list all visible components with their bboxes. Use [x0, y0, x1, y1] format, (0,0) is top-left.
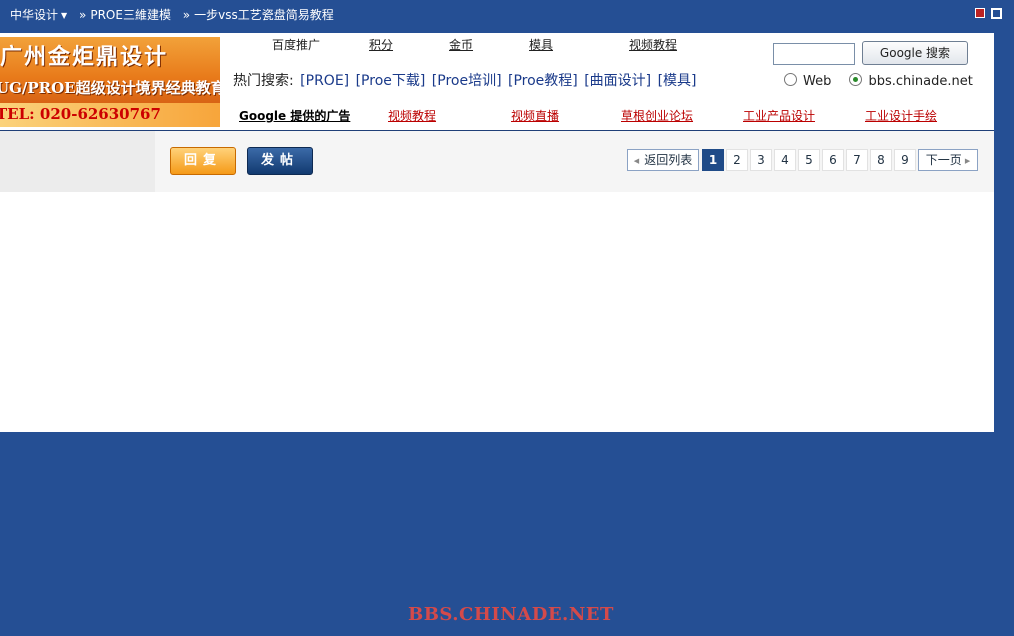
radio-web-label: Web: [803, 74, 832, 89]
ad-link[interactable]: 草根创业论坛: [621, 107, 693, 124]
google-search-input[interactable]: [773, 43, 855, 65]
wide-layout-icon[interactable]: [991, 8, 1002, 19]
breadcrumb-forum[interactable]: PROE三維建模: [90, 8, 171, 22]
hot-search-item[interactable]: [PROE]: [300, 73, 349, 89]
banner-title: 广州金炬鼎设计: [0, 44, 169, 70]
hot-search: 热门搜索: [PROE] [Proe下载] [Proe培训] [Proe教程] …: [233, 70, 697, 90]
page-link[interactable]: 9: [894, 149, 916, 171]
layout-toggle-group: [975, 8, 1002, 19]
top-nav-bar: 中华设计 ▼ » PROE三維建模 » 一步vss工艺瓷盘简易教程: [0, 0, 1014, 30]
page-link[interactable]: 8: [870, 149, 892, 171]
ad-link[interactable]: 视频直播: [511, 107, 559, 124]
page-link[interactable]: 7: [846, 149, 868, 171]
hot-search-item[interactable]: [曲面设计]: [584, 73, 651, 89]
breadcrumb-separator: »: [182, 8, 191, 22]
top-link-mold[interactable]: 模具: [529, 36, 553, 53]
ad-link[interactable]: 工业设计手绘: [865, 107, 937, 124]
google-search-button[interactable]: Google 搜索: [862, 41, 968, 65]
ad-link[interactable]: 工业产品设计: [743, 107, 815, 124]
breadcrumb-separator: »: [79, 8, 87, 22]
page-link[interactable]: 4: [774, 149, 796, 171]
radio-web[interactable]: [784, 73, 797, 86]
radio-site-label: bbs.chinade.net: [868, 74, 973, 89]
reply-button[interactable]: 回复: [170, 147, 236, 175]
next-page-label: 下一页: [925, 153, 962, 167]
thread-toolbar: 回复 发帖 ◀ 返回列表 1 2 3 4 5 6 7 8 9 下一页 ▶: [155, 131, 994, 192]
page-link[interactable]: 5: [798, 149, 820, 171]
hot-search-item[interactable]: [Proe教程]: [508, 73, 578, 89]
thread-content: 回复 发帖 ◀ 返回列表 1 2 3 4 5 6 7 8 9 下一页 ▶: [0, 131, 994, 432]
top-link-baidu[interactable]: 百度推广: [272, 36, 320, 53]
page-link[interactable]: 6: [822, 149, 844, 171]
breadcrumb-thread: 一步vss工艺瓷盘简易教程: [194, 8, 334, 22]
chevron-down-icon[interactable]: ▼: [61, 11, 67, 20]
top-link-points[interactable]: 积分: [369, 36, 393, 53]
radio-site[interactable]: [849, 73, 863, 86]
page-link-current[interactable]: 1: [702, 149, 724, 171]
site-header: 广州金炬鼎设计 UG/PROE超级设计境界经典教育 TEL: 020-62630…: [0, 33, 994, 131]
new-post-button[interactable]: 发帖: [247, 147, 313, 175]
left-panel: [0, 131, 155, 192]
breadcrumb: 中华设计 ▼ » PROE三維建模 » 一步vss工艺瓷盘简易教程: [10, 6, 334, 23]
ad-link[interactable]: 视频教程: [388, 107, 436, 124]
search-scope-options: Web bbs.chinade.net: [784, 73, 973, 89]
google-ads-link[interactable]: Google 提供的广告: [239, 107, 350, 124]
banner-subtitle: UG/PROE超级设计境界经典教育: [0, 79, 220, 97]
hot-search-label: 热门搜索:: [233, 73, 294, 89]
breadcrumb-home[interactable]: 中华设计: [10, 8, 58, 22]
arrow-left-icon: ◀: [633, 157, 640, 165]
banner-phone: TEL: 020-62630767: [0, 105, 161, 123]
back-to-list-label: 返回列表: [644, 153, 693, 167]
next-page-button[interactable]: 下一页 ▶: [918, 149, 978, 171]
hot-search-item[interactable]: [Proe下载]: [356, 73, 426, 89]
page-link[interactable]: 2: [726, 149, 748, 171]
narrow-layout-icon[interactable]: [975, 8, 985, 18]
hot-search-item[interactable]: [Proe培训]: [432, 73, 502, 89]
arrow-right-icon: ▶: [964, 157, 971, 165]
back-to-list-button[interactable]: ◀ 返回列表: [627, 149, 699, 171]
page-link[interactable]: 3: [750, 149, 772, 171]
site-watermark: BBS.CHINADE.NET: [408, 604, 614, 625]
hot-search-item[interactable]: [模具]: [658, 73, 697, 89]
top-link-video[interactable]: 视频教程: [629, 36, 677, 53]
top-link-gold[interactable]: 金币: [449, 36, 473, 53]
